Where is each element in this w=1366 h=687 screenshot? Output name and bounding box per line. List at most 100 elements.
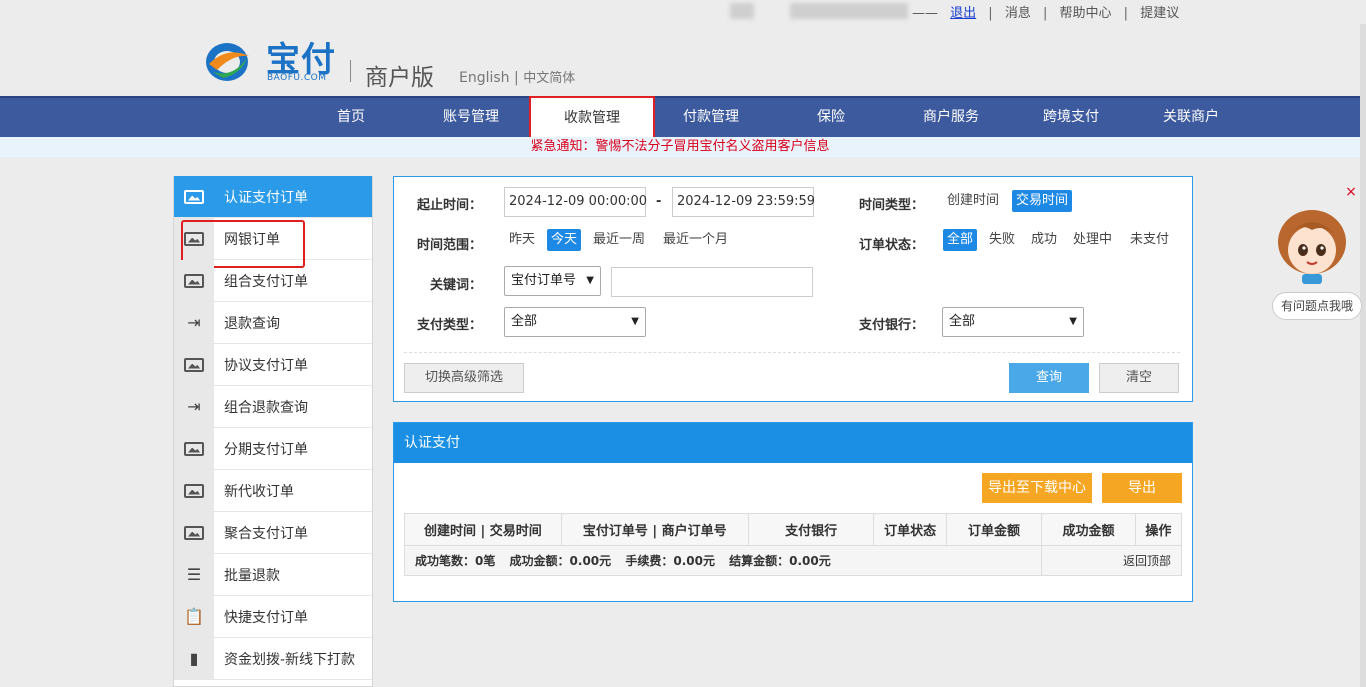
sidebar-item-agreement-pay-orders[interactable]: 协议支付订单 bbox=[174, 344, 372, 386]
lang-english-link[interactable]: English bbox=[459, 70, 510, 86]
image-icon bbox=[174, 470, 214, 511]
sidebar-item-ebank-orders[interactable]: 网银订单 bbox=[174, 218, 372, 268]
keyword-input[interactable] bbox=[611, 267, 813, 297]
sidebar-item-label: 快捷支付订单 bbox=[224, 609, 308, 626]
search-panel: 起止时间： 2024-12-09 00:00:00 - 2024-12-09 2… bbox=[393, 176, 1193, 402]
top-separator: | bbox=[1042, 6, 1048, 21]
end-time-input[interactable]: 2024-12-09 23:59:59 bbox=[672, 187, 815, 217]
sidebar-item-label: 资金划拨-新线下打款 bbox=[224, 651, 356, 668]
chevron-down-icon: ▼ bbox=[586, 275, 594, 286]
query-button[interactable]: 查询 bbox=[1009, 363, 1089, 393]
main-nav: 首页 账号管理 收款管理 付款管理 保险 商户服务 跨境支付 关联商户 bbox=[0, 96, 1360, 140]
divider bbox=[404, 352, 1180, 353]
help-bubble[interactable]: 有问题点我哦 bbox=[1272, 292, 1362, 320]
image-icon bbox=[174, 344, 214, 385]
time-type-create[interactable]: 创建时间 bbox=[943, 190, 1003, 212]
nav-collection[interactable]: 收款管理 bbox=[529, 96, 655, 140]
status-all[interactable]: 全部 bbox=[943, 229, 978, 251]
summary-amount: 成功金额：0.00元 bbox=[509, 554, 612, 568]
nav-account[interactable]: 账号管理 bbox=[411, 98, 531, 137]
nav-home[interactable]: 首页 bbox=[291, 98, 411, 137]
sidebar-item-label: 新代收订单 bbox=[224, 483, 294, 500]
clipboard-filled-icon: ▮ bbox=[174, 638, 214, 679]
export-button[interactable]: 导出 bbox=[1102, 473, 1182, 503]
edition-title: 商户版 bbox=[365, 65, 434, 91]
sidebar-item-auth-pay-orders[interactable]: 认证支付订单 bbox=[174, 176, 372, 218]
top-separator: | bbox=[988, 6, 993, 21]
baofu-logo-icon bbox=[206, 43, 249, 81]
col-amount: 订单金额 bbox=[945, 513, 1043, 546]
clear-button[interactable]: 清空 bbox=[1099, 363, 1179, 393]
sidebar-item-fund-transfer[interactable]: ▮ 资金划拨-新线下打款 bbox=[174, 638, 372, 680]
sidebar-item-label: 协议支付订单 bbox=[224, 357, 308, 374]
col-status: 订单状态 bbox=[873, 513, 947, 546]
pay-bank-value: 全部 bbox=[949, 314, 976, 329]
top-links: —— 退出 | 消息 | 帮助中心 | 提建议 bbox=[912, 2, 1179, 21]
assistant-avatar-icon[interactable] bbox=[1276, 206, 1348, 286]
export-to-download-center-button[interactable]: 导出至下载中心 bbox=[982, 473, 1092, 503]
sidebar-item-label: 退款查询 bbox=[224, 315, 280, 332]
list-icon: ☰ bbox=[174, 554, 214, 595]
pay-type-value: 全部 bbox=[511, 314, 538, 329]
messages-link[interactable]: 消息 bbox=[1005, 2, 1031, 21]
summary-row: 成功笔数：0笔 成功金额：0.00元 手续费：0.00元 结算金额：0.00元 … bbox=[403, 545, 1182, 576]
clipboard-icon: 📋 bbox=[174, 596, 214, 637]
nav-payment[interactable]: 付款管理 bbox=[651, 98, 771, 137]
pay-type-select[interactable]: 全部 ▼ bbox=[504, 307, 646, 337]
start-time-input[interactable]: 2024-12-09 00:00:00 bbox=[504, 187, 647, 217]
range-last-month[interactable]: 最近一个月 bbox=[659, 229, 732, 251]
lang-chinese-link[interactable]: 中文简体 bbox=[523, 71, 575, 86]
sidebar-item-combined-refund-query[interactable]: ⇥ 组合退款查询 bbox=[174, 386, 372, 428]
chevron-down-icon: ▼ bbox=[1069, 316, 1077, 327]
image-icon bbox=[174, 512, 214, 553]
col-success-amount: 成功金额 bbox=[1041, 513, 1136, 546]
range-yesterday[interactable]: 昨天 bbox=[505, 229, 539, 251]
top-separator: | bbox=[1123, 6, 1129, 21]
time-range-label: 起止时间： bbox=[416, 198, 482, 213]
sidebar-item-installment-orders[interactable]: 分期支付订单 bbox=[174, 428, 372, 470]
top-dash: —— bbox=[912, 6, 938, 21]
image-icon bbox=[174, 428, 214, 469]
summary-settle: 结算金额：0.00元 bbox=[729, 554, 831, 568]
help-center-link[interactable]: 帮助中心 bbox=[1060, 2, 1112, 21]
nav-linked-merchant[interactable]: 关联商户 bbox=[1131, 98, 1251, 137]
sidebar-item-new-collection-orders[interactable]: 新代收订单 bbox=[174, 470, 372, 512]
summary-cell: 成功笔数：0笔 成功金额：0.00元 手续费：0.00元 结算金额：0.00元 bbox=[403, 545, 1043, 576]
sidebar-item-quick-pay-orders[interactable]: 📋 快捷支付订单 bbox=[174, 596, 372, 638]
status-processing[interactable]: 处理中 bbox=[1069, 229, 1116, 251]
back-to-top-link[interactable]: 返回顶部 bbox=[1041, 545, 1182, 576]
login-arrow-icon: ⇥ bbox=[174, 386, 214, 427]
range-last-week[interactable]: 最近一周 bbox=[589, 229, 649, 251]
chevron-down-icon: ▼ bbox=[631, 316, 639, 327]
advanced-filter-button[interactable]: 切换高级筛选 bbox=[404, 363, 524, 393]
status-failed[interactable]: 失败 bbox=[985, 229, 1019, 251]
sidebar-item-aggregate-pay-orders[interactable]: 聚合支付订单 bbox=[174, 512, 372, 554]
time-type-trade[interactable]: 交易时间 bbox=[1012, 190, 1073, 212]
range-label: 时间范围： bbox=[416, 238, 482, 253]
range-today[interactable]: 今天 bbox=[547, 229, 582, 251]
results-panel: 认证支付 导出至下载中心 导出 创建时间 | 交易时间 宝付订单号 | 商户订单… bbox=[393, 422, 1193, 602]
sidebar-item-label: 认证支付订单 bbox=[224, 189, 308, 206]
col-time: 创建时间 | 交易时间 bbox=[404, 513, 562, 546]
orders-table: 创建时间 | 交易时间 宝付订单号 | 商户订单号 支付银行 订单状态 订单金额… bbox=[403, 513, 1183, 576]
login-arrow-icon: ⇥ bbox=[174, 302, 214, 343]
sidebar-item-refund-query[interactable]: ⇥ 退款查询 bbox=[174, 302, 372, 344]
nav-insurance[interactable]: 保险 bbox=[771, 98, 891, 137]
status-success[interactable]: 成功 bbox=[1027, 229, 1061, 251]
sidebar-item-batch-refund[interactable]: ☰ 批量退款 bbox=[174, 554, 372, 596]
status-unpaid[interactable]: 未支付 bbox=[1126, 229, 1173, 251]
close-icon[interactable]: × bbox=[1343, 184, 1359, 200]
time-separator: - bbox=[656, 194, 662, 209]
feedback-link[interactable]: 提建议 bbox=[1140, 2, 1179, 21]
logout-link[interactable]: 退出 bbox=[950, 2, 976, 21]
pay-bank-select[interactable]: 全部 ▼ bbox=[942, 307, 1084, 337]
lang-separator: | bbox=[514, 70, 519, 86]
header-divider bbox=[350, 60, 351, 82]
nav-merchant-service[interactable]: 商户服务 bbox=[891, 98, 1011, 137]
nav-cross-border[interactable]: 跨境支付 bbox=[1011, 98, 1131, 137]
keyword-type-select[interactable]: 宝付订单号 ▼ bbox=[504, 266, 601, 296]
sidebar-item-combined-pay-orders[interactable]: 组合支付订单 bbox=[174, 260, 372, 302]
keyword-type-value: 宝付订单号 bbox=[511, 273, 577, 288]
urgent-notice[interactable]: 紧急通知：警惕不法分子冒用宝付名义盗用客户信息 bbox=[0, 137, 1360, 157]
page-scrollbar[interactable] bbox=[1360, 24, 1366, 687]
